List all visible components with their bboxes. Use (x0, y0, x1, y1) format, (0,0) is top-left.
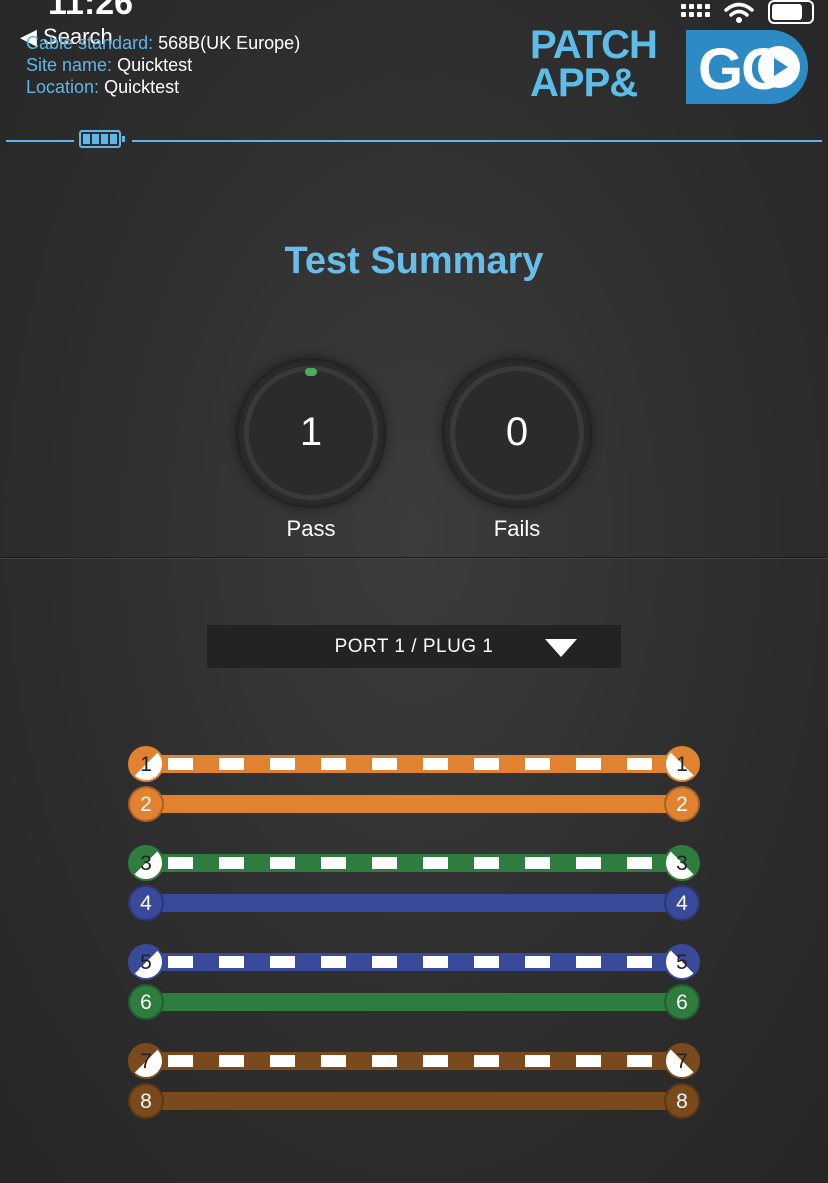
pin-left: 3 (128, 845, 164, 881)
status-time: 11:26 (48, 0, 134, 22)
location-value: Quicktest (104, 77, 180, 97)
pass-count: 1 (299, 410, 323, 454)
pin-left: 2 (128, 786, 164, 822)
pin-right: 2 (664, 786, 700, 822)
wire-row: 44 (128, 884, 700, 922)
port-plug-select[interactable]: PORT 1 / PLUG 1 (207, 625, 621, 668)
pin-right: 3 (664, 845, 700, 881)
pin-right: 8 (664, 1083, 700, 1119)
wire-row: 77 (128, 1042, 700, 1080)
fail-gauge: 0 (442, 358, 592, 508)
pass-gauge: 1 (236, 358, 386, 508)
pin-left: 5 (128, 944, 164, 980)
wire-row: 33 (128, 844, 700, 882)
pin-left: 6 (128, 984, 164, 1020)
pass-indicator-dot (305, 368, 317, 376)
cable-info: Cable standard: 568B(UK Europe) Site nam… (26, 32, 300, 98)
patch-app-go-logo: PATCH APP& GO (530, 23, 810, 108)
wire-row: 11 (128, 745, 700, 783)
wire-row: 88 (128, 1082, 700, 1120)
page-title: Test Summary (284, 240, 544, 282)
pin-right: 7 (664, 1043, 700, 1079)
wifi-icon (724, 2, 754, 23)
header-divider-right (132, 140, 822, 142)
pin-right: 6 (664, 984, 700, 1020)
pass-label: Pass (286, 516, 336, 541)
site-name-value: Quicktest (117, 55, 193, 75)
logo-line-1: PATCH (530, 23, 658, 67)
cable-standard-label: Cable standard: (26, 33, 154, 53)
cable-standard-value: 568B(UK Europe) (158, 33, 301, 53)
pin-right: 4 (664, 885, 700, 921)
device-battery-icon (79, 130, 125, 148)
pin-right: 5 (664, 944, 700, 980)
battery-icon (768, 0, 814, 24)
wire-stripe (160, 857, 668, 869)
chevron-down-icon[interactable] (545, 639, 577, 657)
wire-row: 55 (128, 943, 700, 981)
fail-count: 0 (505, 410, 529, 454)
wire-row: 22 (128, 785, 700, 823)
fail-label: Fails (493, 516, 541, 541)
location-label: Location: (26, 77, 100, 97)
wire-stripe (160, 956, 668, 968)
wire-bar (146, 1092, 682, 1110)
site-name-row: Site name: Quicktest (26, 54, 300, 76)
wire-bar (146, 894, 682, 912)
pin-left: 4 (128, 885, 164, 921)
cellular-signal-icon (681, 4, 710, 17)
section-divider (0, 557, 828, 559)
wire-bar (146, 795, 682, 813)
wire-row: 66 (128, 983, 700, 1021)
logo-wordmark: PATCH APP& (530, 23, 658, 105)
logo-line-2: APP& (530, 61, 638, 105)
status-icons (681, 0, 814, 24)
logo-go-badge: GO (686, 30, 808, 104)
wire-stripe (160, 1055, 668, 1067)
pin-left: 7 (128, 1043, 164, 1079)
header-divider-left (6, 140, 74, 142)
pin-right: 1 (664, 746, 700, 782)
cable-standard-row: Cable standard: 568B(UK Europe) (26, 32, 300, 54)
pin-left: 8 (128, 1083, 164, 1119)
wire-stripe (160, 758, 668, 770)
pin-left: 1 (128, 746, 164, 782)
location-row: Location: Quicktest (26, 76, 300, 98)
wire-bar (146, 993, 682, 1011)
play-icon (758, 46, 800, 88)
site-name-label: Site name: (26, 55, 113, 75)
